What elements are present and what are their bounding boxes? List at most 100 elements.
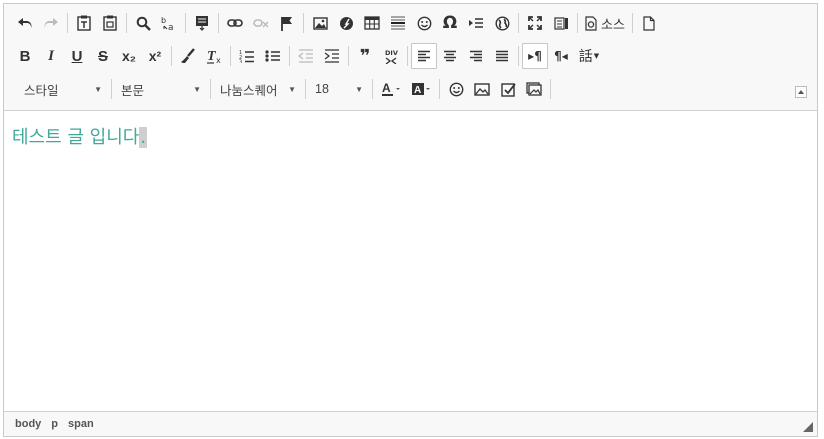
horizontal-rule-button[interactable] [385, 10, 411, 36]
link-icon [227, 19, 243, 27]
rtl-button[interactable]: ¶◂ [548, 43, 574, 69]
align-left-button[interactable] [411, 43, 437, 69]
path-crumb-span[interactable]: span [68, 418, 94, 430]
new-page-icon [643, 15, 655, 31]
flash-icon [339, 16, 353, 30]
align-left-icon [418, 50, 430, 62]
smiley-button[interactable] [411, 10, 437, 36]
image-icon [474, 82, 490, 96]
resize-handle-icon[interactable] [803, 422, 813, 432]
style-combo[interactable]: 스타일 ▼ [12, 77, 108, 101]
checkbox-button[interactable] [495, 76, 521, 102]
element-path-bar: body p span [4, 411, 817, 436]
collapse-icon [798, 90, 804, 94]
bulleted-list-button[interactable] [260, 43, 286, 69]
gallery-button[interactable] [521, 76, 547, 102]
redo-button[interactable] [38, 10, 64, 36]
special-char-button[interactable]: Ω [437, 10, 463, 36]
link-button[interactable] [222, 10, 248, 36]
text-color-button[interactable]: A [376, 76, 406, 102]
align-right-icon [470, 50, 482, 62]
separator [577, 13, 578, 33]
anchor-button[interactable] [274, 10, 300, 36]
subscript-button[interactable]: x₂ [116, 43, 142, 69]
image-upload-button[interactable] [469, 76, 495, 102]
omega-icon: Ω [442, 13, 458, 33]
image-icon [312, 16, 328, 30]
replace-icon: ba [161, 16, 174, 31]
indent-button[interactable] [319, 43, 345, 69]
font-size-combo[interactable]: 18 ▼ [309, 77, 369, 101]
unlink-button[interactable] [248, 10, 274, 36]
background-color-button[interactable]: A [406, 76, 436, 102]
chevron-down-icon: ▼ [193, 84, 201, 94]
strike-button[interactable]: S [90, 43, 116, 69]
text-caret: . [139, 127, 148, 148]
path-crumb-p[interactable]: p [51, 418, 58, 430]
replace-button[interactable]: ba [156, 10, 182, 36]
paintbrush-icon [181, 48, 195, 63]
svg-text:x: x [216, 56, 221, 64]
ltr-button[interactable]: ▸¶ [522, 43, 548, 69]
svg-text:A: A [382, 81, 391, 95]
content-paragraph[interactable]: 테스트 글 입니다. [12, 123, 148, 149]
templates-button[interactable] [189, 10, 215, 36]
svg-text:a: a [168, 23, 174, 31]
svg-text:DIV: DIV [385, 49, 398, 57]
numbered-list-icon: 123 [239, 50, 254, 63]
separator [348, 46, 349, 66]
remove-format-button[interactable]: Tx [201, 43, 227, 69]
find-button[interactable] [130, 10, 156, 36]
underline-button[interactable]: U [64, 43, 90, 69]
font-combo[interactable]: 나눔스퀘어 ▼ [214, 77, 302, 101]
undo-button[interactable] [12, 10, 38, 36]
align-justify-button[interactable] [489, 43, 515, 69]
create-div-button[interactable]: DIV [378, 43, 404, 69]
path-crumb-body[interactable]: body [15, 418, 41, 430]
collapse-toolbar-button[interactable] [795, 86, 807, 98]
format-combo[interactable]: 본문 ▼ [115, 77, 207, 101]
separator [518, 13, 519, 33]
flash-button[interactable] [333, 10, 359, 36]
ltr-icon: ▸¶ [528, 49, 542, 63]
align-right-button[interactable] [463, 43, 489, 69]
maximize-button[interactable] [522, 10, 548, 36]
new-page-button[interactable] [636, 10, 662, 36]
show-blocks-button[interactable] [548, 10, 574, 36]
page-break-icon [469, 18, 483, 28]
outdent-icon [298, 49, 313, 63]
paste-word-button[interactable] [97, 10, 123, 36]
separator [185, 13, 186, 33]
italic-button[interactable]: I [38, 43, 64, 69]
blockquote-button[interactable]: ❞ [352, 43, 378, 69]
format-combo-value: 본문 [121, 83, 145, 98]
image-button[interactable] [307, 10, 333, 36]
superscript-button[interactable]: x² [142, 43, 168, 69]
language-icon: 話 [578, 49, 593, 65]
separator [550, 79, 551, 99]
emoji-button[interactable] [443, 76, 469, 102]
div-icon: DIV [385, 49, 398, 64]
smiley-icon [417, 16, 431, 30]
toolbar-row-2: B I U S x₂ x² Tx 123 ❞ DIV ▸¶ ¶◂ 話 ▼ [12, 41, 604, 71]
align-center-button[interactable] [437, 43, 463, 69]
background-color-icon: A [412, 83, 430, 96]
maximize-icon [528, 16, 542, 30]
redo-icon [44, 18, 58, 28]
bold-button[interactable]: B [12, 43, 38, 69]
editor-content-area[interactable]: 테스트 글 입니다. [4, 111, 817, 411]
language-button[interactable]: 話 ▼ [574, 43, 604, 69]
page-break-button[interactable] [463, 10, 489, 36]
outdent-button[interactable] [293, 43, 319, 69]
source-button[interactable]: 소스 [581, 10, 629, 36]
paste-text-button[interactable] [71, 10, 97, 36]
numbered-list-button[interactable]: 123 [234, 43, 260, 69]
chevron-down-icon: ▼ [593, 52, 600, 60]
iframe-button[interactable] [489, 10, 515, 36]
checkbox-icon [500, 82, 516, 97]
table-button[interactable] [359, 10, 385, 36]
flag-icon [281, 16, 292, 31]
copy-format-button[interactable] [175, 43, 201, 69]
separator [126, 13, 127, 33]
table-icon [364, 16, 380, 30]
